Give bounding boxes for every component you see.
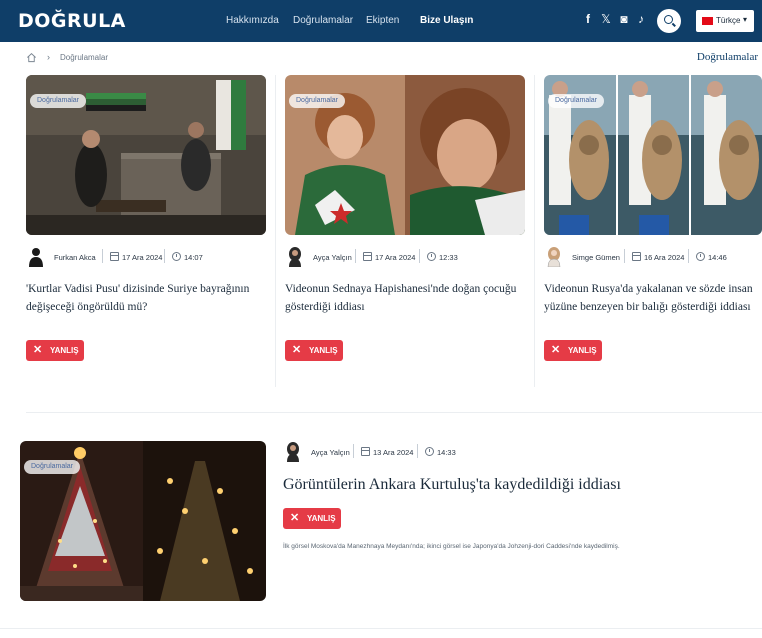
calendar-icon bbox=[632, 252, 641, 261]
featured-title[interactable]: Görüntülerin Ankara Kurtuluş'ta kaydedil… bbox=[283, 476, 621, 494]
tiktok-icon[interactable]: ♪ bbox=[633, 12, 649, 26]
calendar-icon bbox=[110, 252, 119, 261]
article-meta: Furkan Akca 17 Ara 2024 14:07 bbox=[26, 247, 266, 267]
clock-icon bbox=[172, 252, 181, 261]
author-avatar bbox=[289, 247, 301, 267]
article-title[interactable]: 'Kurtlar Vadisi Pusu' dizisinde Suriye b… bbox=[26, 280, 266, 316]
featured-meta: Ayça Yalçın 13 Ara 2024 14:33 bbox=[283, 442, 583, 462]
verdict-label: YANLIŞ bbox=[307, 514, 336, 523]
author-name[interactable]: Ayça Yalçın bbox=[311, 448, 350, 457]
article-title[interactable]: Videonun Rusya'da yakalanan ve sözde ins… bbox=[544, 280, 762, 316]
section-divider bbox=[0, 628, 762, 629]
site-logo[interactable]: DOĞRULA bbox=[18, 10, 126, 32]
chevron-down-icon: ▾ bbox=[743, 15, 748, 24]
clock-icon bbox=[696, 252, 705, 261]
verdict-badge[interactable]: ✕ YANLIŞ bbox=[26, 340, 84, 361]
featured-thumbnail[interactable]: Doğrulamalar bbox=[20, 441, 266, 601]
section-divider bbox=[26, 412, 762, 413]
close-icon: ✕ bbox=[33, 344, 43, 356]
breadcrumb-separator: › bbox=[47, 52, 50, 62]
verdict-label: YANLIŞ bbox=[568, 346, 597, 355]
calendar-icon bbox=[361, 447, 370, 456]
author-avatar bbox=[547, 247, 561, 267]
breadcrumb-current[interactable]: Doğrulamalar bbox=[60, 53, 108, 62]
publish-time: 14:07 bbox=[184, 253, 203, 262]
publish-time: 12:33 bbox=[439, 253, 458, 262]
calendar-icon bbox=[363, 252, 372, 261]
publish-time: 14:46 bbox=[708, 253, 727, 262]
category-tag[interactable]: Doğrulamalar bbox=[24, 460, 81, 474]
nav-about[interactable]: Hakkımızda bbox=[226, 15, 279, 26]
publish-date: 16 Ara 2024 bbox=[644, 253, 685, 262]
verdict-badge[interactable]: ✕ YANLIŞ bbox=[285, 340, 343, 361]
author-avatar bbox=[29, 248, 43, 267]
category-tag[interactable]: Doğrulamalar bbox=[548, 94, 605, 108]
publish-time: 14:33 bbox=[437, 448, 456, 457]
nav-team[interactable]: Ekipten bbox=[366, 15, 399, 26]
verdict-label: YANLIŞ bbox=[309, 346, 338, 355]
language-select[interactable]: Türkçe ▾ bbox=[696, 10, 754, 32]
publish-date: 17 Ara 2024 bbox=[375, 253, 416, 262]
author-name[interactable]: Furkan Akca bbox=[54, 253, 96, 262]
column-divider bbox=[534, 75, 535, 387]
category-tag[interactable]: Doğrulamalar bbox=[30, 94, 87, 108]
featured-description: İlk görsel Moskova'da Manezhnaya Meydanı… bbox=[283, 543, 620, 550]
article-thumbnail[interactable]: Doğrulamalar bbox=[544, 75, 762, 235]
article-thumbnail[interactable]: Doğrulamalar bbox=[285, 75, 525, 235]
verdict-badge[interactable]: ✕ YANLIŞ bbox=[283, 508, 341, 529]
top-navigation-bar: DOĞRULA Hakkımızda Doğrulamalar Ekipten … bbox=[0, 0, 762, 42]
section-title: Doğrulamalar bbox=[696, 51, 758, 63]
instagram-icon[interactable]: ◙ bbox=[616, 12, 632, 26]
publish-date: 17 Ara 2024 bbox=[122, 253, 163, 262]
search-button[interactable] bbox=[657, 9, 681, 33]
article-title[interactable]: Videonun Sednaya Hapishanesi'nde doğan ç… bbox=[285, 280, 525, 316]
close-icon: ✕ bbox=[551, 344, 561, 356]
article-meta: Simge Gümen 16 Ara 2024 14:46 bbox=[544, 247, 762, 267]
clock-icon bbox=[427, 252, 436, 261]
article-thumbnail[interactable]: Doğrulamalar bbox=[26, 75, 266, 235]
x-icon[interactable]: 𝕏 bbox=[598, 12, 614, 26]
close-icon: ✕ bbox=[290, 512, 300, 524]
verdict-label: YANLIŞ bbox=[50, 346, 79, 355]
language-label: Türkçe bbox=[716, 16, 741, 25]
column-divider bbox=[275, 75, 276, 387]
home-icon[interactable] bbox=[26, 52, 37, 63]
nav-contact[interactable]: Bize Ulaşın bbox=[420, 15, 473, 26]
facebook-icon[interactable]: f bbox=[580, 12, 596, 26]
author-avatar bbox=[287, 442, 299, 462]
author-name[interactable]: Simge Gümen bbox=[572, 253, 620, 262]
turkey-flag-icon bbox=[702, 17, 713, 25]
nav-fact-checks[interactable]: Doğrulamalar bbox=[293, 15, 353, 26]
verdict-badge[interactable]: ✕ YANLIŞ bbox=[544, 340, 602, 361]
publish-date: 13 Ara 2024 bbox=[373, 448, 414, 457]
close-icon: ✕ bbox=[292, 344, 302, 356]
clock-icon bbox=[425, 447, 434, 456]
author-name[interactable]: Ayça Yalçın bbox=[313, 253, 352, 262]
article-meta: Ayça Yalçın 17 Ara 2024 12:33 bbox=[285, 247, 525, 267]
category-tag[interactable]: Doğrulamalar bbox=[289, 94, 346, 108]
